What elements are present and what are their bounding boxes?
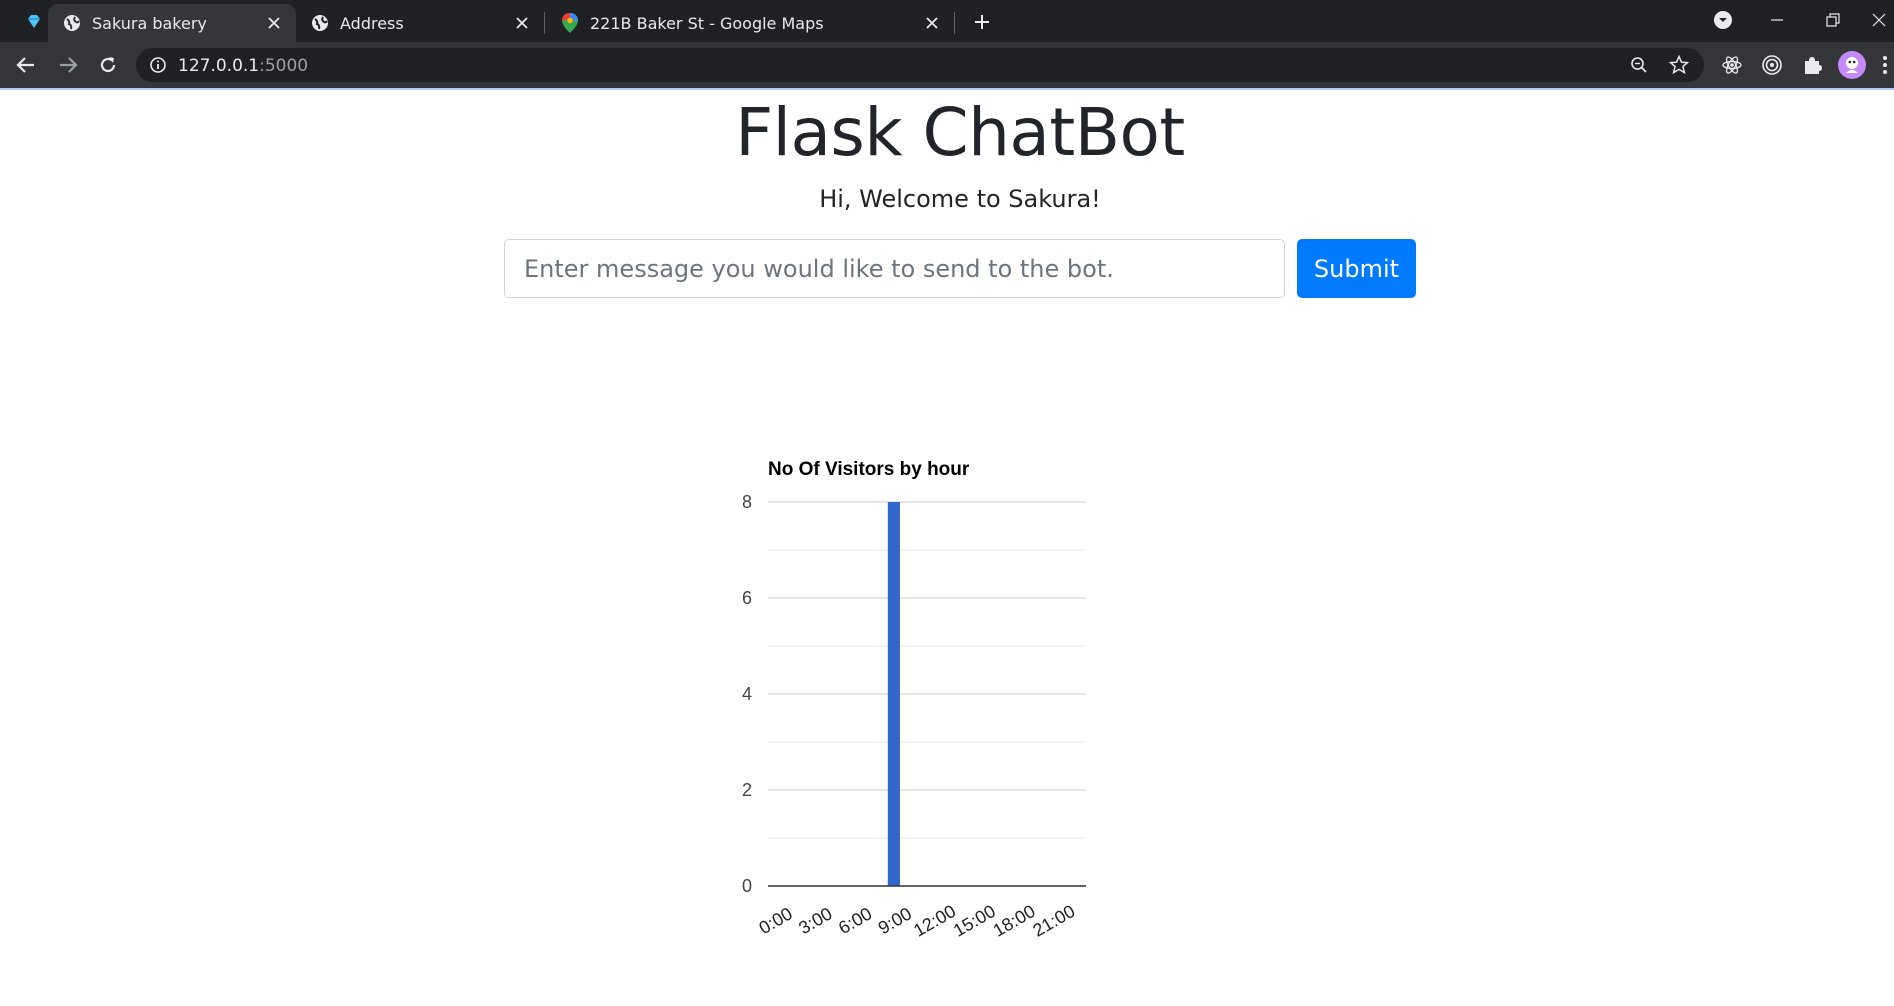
- close-icon[interactable]: [264, 13, 284, 33]
- close-icon[interactable]: [512, 13, 532, 33]
- x-tick-label: 15:00: [950, 901, 999, 941]
- x-tick-label: 3:00: [795, 903, 835, 938]
- chart-title: No Of Visitors by hour: [768, 459, 970, 480]
- url-host: 127.0.0.1: [178, 56, 260, 76]
- extensions-puzzle-icon[interactable]: [1796, 49, 1828, 81]
- y-tick-label: 2: [742, 780, 752, 800]
- welcome-text: Hi, Welcome to Sakura!: [819, 185, 1101, 213]
- visitors-by-hour-chart: 0 2 4 6 8 0:00 3:00 6:00 9:0012:0015:0018:0021:0…: [742, 459, 1086, 941]
- tab-search-dropdown-icon[interactable]: [1700, 4, 1746, 36]
- submit-button[interactable]: Submit: [1297, 239, 1416, 298]
- url-port: :5000: [259, 56, 309, 76]
- x-tick-label: 21:00: [1029, 901, 1078, 941]
- browser-toolbar: 127.0.0.1:5000: [0, 42, 1894, 88]
- minimize-icon[interactable]: [1754, 4, 1800, 36]
- restore-icon[interactable]: [1810, 4, 1856, 36]
- bar-9-00: [887, 502, 900, 886]
- tab-search-gem-icon[interactable]: [18, 6, 50, 38]
- tab-divider: [544, 12, 545, 34]
- site-info-icon[interactable]: [148, 55, 168, 75]
- window-close-icon[interactable]: [1864, 4, 1894, 36]
- kebab-menu-icon[interactable]: [1876, 49, 1894, 81]
- x-tick-label: 18:00: [990, 901, 1039, 941]
- page-body: Flask ChatBot Hi, Welcome to Sakura! Sub…: [0, 90, 1894, 1006]
- y-tick-label: 4: [742, 684, 752, 704]
- back-arrow-icon[interactable]: [10, 49, 42, 81]
- x-tick-label: 6:00: [835, 903, 875, 938]
- tab-google-maps[interactable]: 221B Baker St - Google Maps: [546, 4, 954, 42]
- page-title: Flask ChatBot: [735, 94, 1185, 171]
- x-tick-label: 9:00: [875, 903, 915, 938]
- zoom-icon[interactable]: [1626, 52, 1652, 78]
- tab-address[interactable]: Address: [296, 4, 544, 42]
- tab-sakura-bakery[interactable]: Sakura bakery: [48, 4, 296, 42]
- globe-icon: [310, 13, 330, 33]
- message-input[interactable]: [504, 239, 1285, 298]
- tab-title: 221B Baker St - Google Maps: [590, 13, 824, 33]
- globe-icon: [62, 13, 82, 33]
- close-icon[interactable]: [922, 13, 942, 33]
- x-tick-label: 0:00: [755, 903, 795, 938]
- new-tab-plus-icon[interactable]: [968, 8, 996, 36]
- reload-icon[interactable]: [92, 49, 124, 81]
- chart-gridlines: [768, 501, 1086, 839]
- chart-axes: 0 2 4 6 8 0:00 3:00 6:00 9:0012:0015:0018:0021:0…: [742, 492, 1086, 941]
- bookmark-star-icon[interactable]: [1666, 52, 1692, 78]
- y-tick-label: 0: [742, 876, 752, 896]
- tab-title: Sakura bakery: [92, 13, 207, 33]
- react-devtools-icon[interactable]: [1716, 49, 1748, 81]
- forward-arrow-icon[interactable]: [52, 49, 84, 81]
- y-tick-label: 6: [742, 588, 752, 608]
- tab-title: Address: [340, 13, 404, 33]
- chart-bars: [887, 502, 900, 886]
- x-tick-label: 12:00: [910, 901, 959, 941]
- url-text: 127.0.0.1:5000: [178, 56, 308, 76]
- maps-pin-icon: [560, 13, 580, 33]
- target-extension-icon[interactable]: [1756, 49, 1788, 81]
- profile-avatar[interactable]: [1836, 49, 1868, 81]
- tab-divider: [954, 12, 955, 34]
- y-tick-label: 8: [742, 492, 752, 512]
- tab-strip: Sakura bakery Address 221B Baker St - Go…: [0, 0, 1894, 42]
- address-bar[interactable]: 127.0.0.1:5000: [136, 48, 1704, 82]
